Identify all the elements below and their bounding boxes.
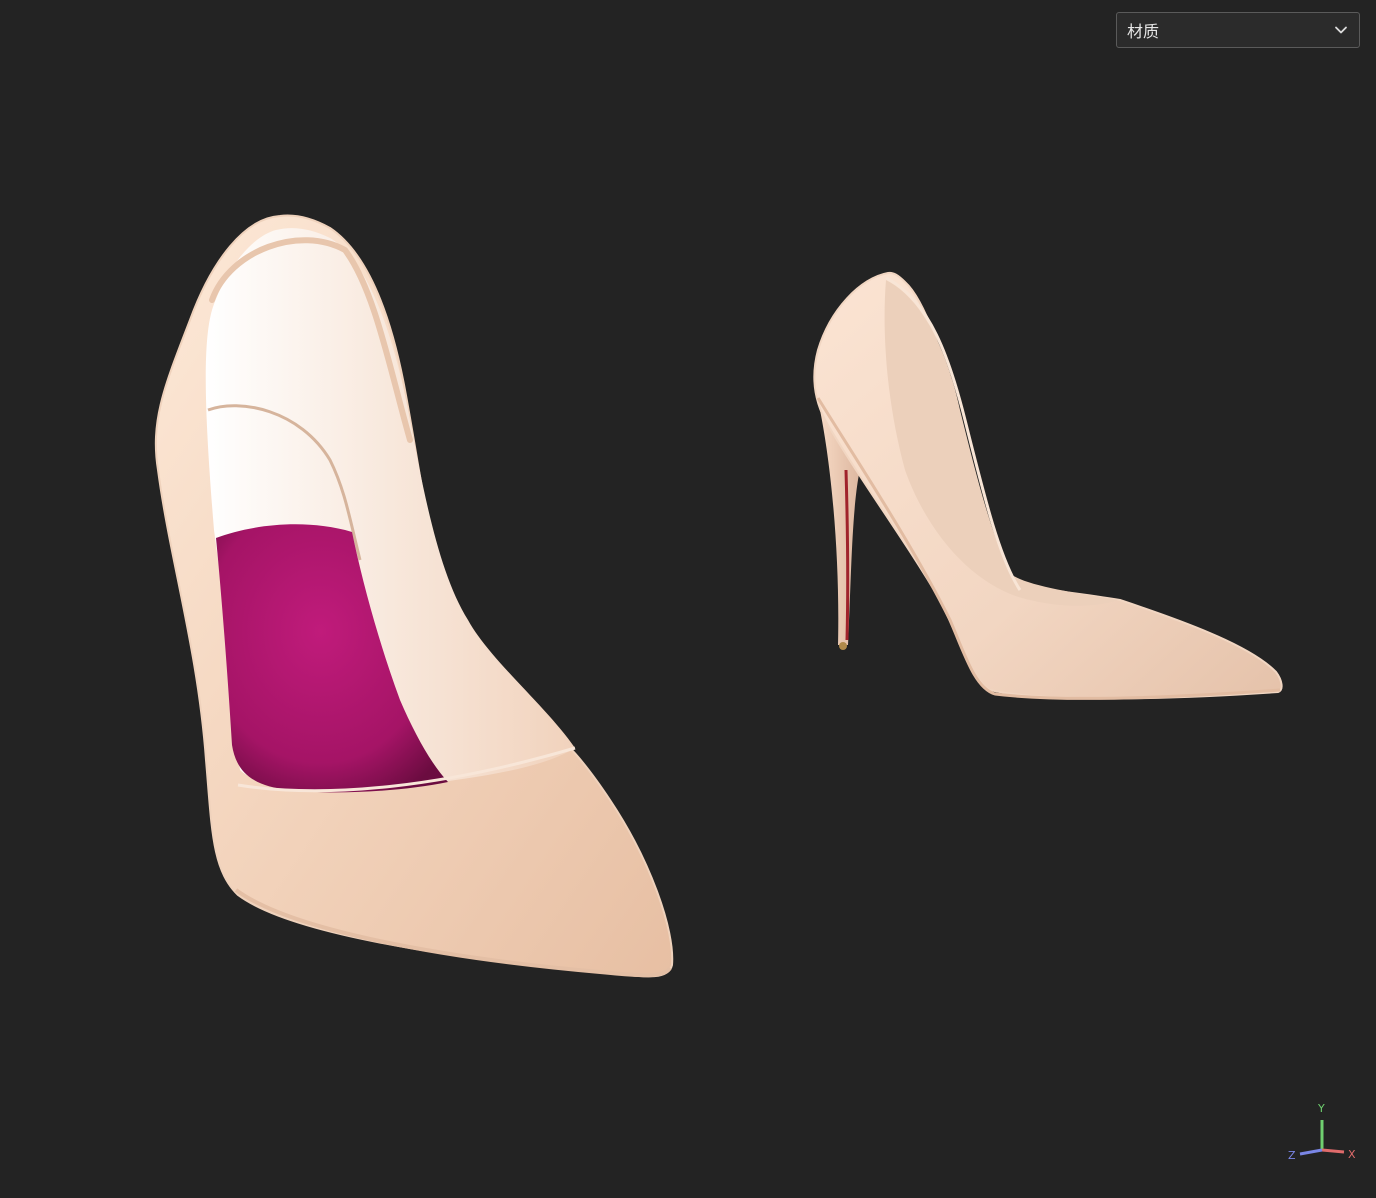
high-heel-shoe-side[interactable]: [813, 271, 1283, 700]
z-axis-label: Z: [1288, 1149, 1296, 1162]
y-axis-label: Y: [1318, 1102, 1325, 1115]
z-axis-line: [1299, 1148, 1323, 1156]
material-dropdown[interactable]: 材质: [1116, 12, 1360, 48]
axis-gizmo[interactable]: Y X Z: [1284, 1098, 1360, 1168]
material-dropdown-value: 材质: [1127, 22, 1160, 41]
scene-canvas[interactable]: [0, 0, 1376, 1198]
x-axis-label: X: [1348, 1148, 1356, 1161]
3d-viewport[interactable]: 材质 Y X Z: [0, 0, 1376, 1198]
x-axis-line: [1321, 1148, 1345, 1154]
shoe-side-heel-sole: [844, 469, 850, 641]
shoe-side-body: [813, 271, 1283, 700]
high-heel-shoe-front[interactable]: [154, 214, 674, 978]
shoe-side-heel-tip: [839, 642, 847, 650]
chevron-down-icon: [1333, 22, 1349, 38]
